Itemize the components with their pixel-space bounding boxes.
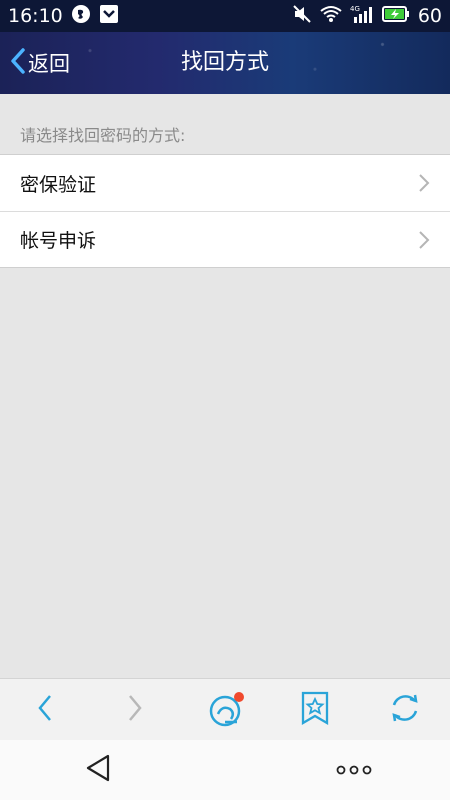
signal-4g-icon: 4G: [350, 4, 374, 28]
battery-charging-icon: [381, 6, 410, 26]
option-label: 帐号申诉: [20, 230, 97, 252]
battery-level: 60: [417, 5, 442, 27]
back-label: 返回: [28, 52, 70, 76]
more-dots-icon: [336, 761, 372, 780]
browser-notification-icon: [71, 4, 91, 28]
mute-icon: [292, 4, 312, 28]
svg-text:4G: 4G: [350, 5, 360, 13]
bookmark-star-icon: [300, 691, 330, 729]
section-prompt: 请选择找回密码的方式:: [20, 126, 186, 145]
browser-home-button[interactable]: [203, 689, 247, 731]
refresh-icon: [388, 691, 422, 729]
main-content: 请选择找回密码的方式: 密保验证 帐号申诉: [0, 94, 450, 678]
system-more-button[interactable]: [334, 750, 374, 790]
notification-dot: [234, 692, 244, 702]
recovery-options-list: 密保验证 帐号申诉: [0, 154, 450, 268]
status-time: 16:10: [8, 5, 63, 27]
chevron-right-icon: [418, 230, 430, 254]
browser-back-button[interactable]: [23, 689, 67, 731]
browser-home-icon: [207, 692, 244, 728]
download-icon: [99, 4, 119, 28]
option-account-appeal[interactable]: 帐号申诉: [0, 211, 450, 267]
status-bar-left: 16:10: [8, 4, 119, 28]
status-bar-right: 4G 60: [292, 4, 442, 28]
refresh-button[interactable]: [383, 689, 427, 731]
browser-forward-button[interactable]: [113, 689, 157, 731]
bookmark-button[interactable]: [293, 689, 337, 731]
chevron-left-icon: [10, 48, 26, 78]
back-button[interactable]: 返回: [10, 44, 70, 82]
status-bar: 16:10 4G 60: [0, 0, 450, 32]
back-triangle-icon: [84, 753, 112, 787]
forward-arrow-icon: [126, 693, 144, 727]
wifi-icon: [320, 5, 342, 27]
chevron-right-icon: [418, 173, 430, 197]
nav-bar: 返回 找回方式: [0, 32, 450, 94]
system-back-button[interactable]: [80, 750, 116, 790]
back-arrow-icon: [36, 693, 54, 727]
option-label: 密保验证: [20, 173, 97, 196]
option-security-question[interactable]: 密保验证: [0, 155, 450, 211]
system-nav-bar: [0, 740, 450, 800]
browser-toolbar: [0, 678, 450, 740]
